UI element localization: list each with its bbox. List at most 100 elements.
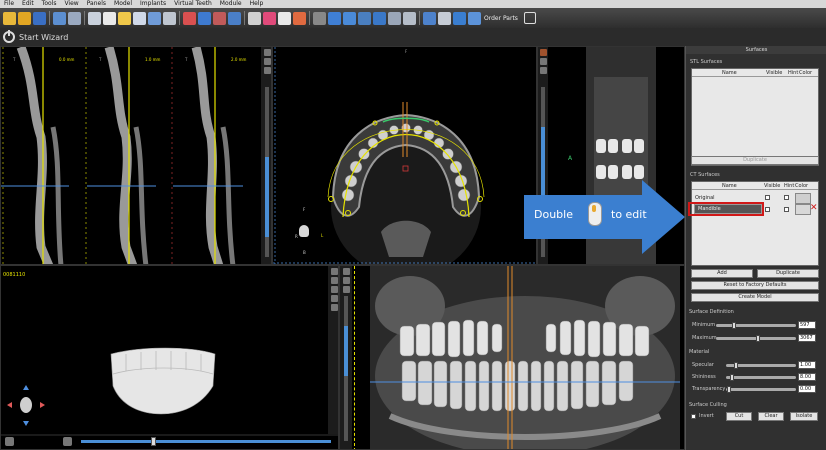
view-tool-icon[interactable] (342, 286, 350, 293)
menu-panels[interactable]: Panels (83, 0, 110, 8)
ct-row-original-name[interactable]: Original (695, 195, 715, 201)
menu-implants[interactable]: Implants (136, 0, 170, 8)
teeth-icon[interactable] (103, 11, 116, 25)
maximum-value-field[interactable]: 3067 (798, 334, 816, 342)
new-icon[interactable] (3, 11, 16, 25)
protractor-icon[interactable] (403, 11, 416, 25)
panoramic-viewer[interactable] (339, 265, 685, 450)
view-tool-icon[interactable] (330, 286, 338, 293)
minimum-value-field[interactable]: 597 (798, 321, 816, 329)
panoramic-icon[interactable] (118, 11, 131, 25)
3d-slider-thumb[interactable] (151, 437, 156, 446)
create-model-button[interactable]: Create Model (691, 293, 819, 302)
reset-view-icon[interactable] (438, 11, 451, 25)
view-tool-icon[interactable] (263, 49, 271, 56)
points-icon[interactable] (148, 11, 161, 25)
stl-surfaces-table[interactable]: Name Visible Hint Color (691, 68, 819, 166)
pan-icon[interactable] (358, 11, 371, 25)
save-icon[interactable] (33, 11, 46, 25)
specular-value-field[interactable]: 1.00 (798, 361, 816, 369)
zoom-in-icon[interactable] (343, 11, 356, 25)
shininess-slider-thumb[interactable] (730, 374, 734, 381)
view-tool-icon[interactable] (330, 277, 338, 284)
menu-help[interactable]: Help (246, 0, 268, 8)
view-tool-icon[interactable] (330, 304, 338, 311)
shininess-slider[interactable] (726, 376, 796, 379)
angle-icon[interactable] (213, 11, 226, 25)
menu-tools[interactable]: Tools (38, 0, 61, 8)
reset-defaults-button[interactable]: Reset to Factory Defaults (691, 281, 819, 290)
menu-edit[interactable]: Edit (18, 0, 38, 8)
redo-icon[interactable] (68, 11, 81, 25)
clear-button[interactable]: Clear (758, 412, 784, 421)
invert-checkbox[interactable] (691, 414, 696, 419)
nerve-icon[interactable] (263, 11, 276, 25)
original-visible-checkbox[interactable] (765, 195, 770, 200)
isolate-button[interactable]: Isolate (790, 412, 818, 421)
implant-icon[interactable] (248, 11, 261, 25)
mandible-visible-checkbox[interactable] (765, 207, 770, 212)
original-color-swatch[interactable] (795, 193, 811, 204)
transparency-slider-thumb[interactable] (727, 386, 731, 393)
cross-section-viewer[interactable]: 0.0 mm 1.0 mm 2.0 mm T T T (0, 46, 272, 265)
ruler-icon[interactable] (183, 11, 196, 25)
shininess-value-field[interactable]: 8.00 (798, 373, 816, 381)
fullscreen-icon[interactable] (523, 12, 536, 24)
cut-button[interactable]: Cut (726, 412, 752, 421)
menu-view[interactable]: View (60, 0, 82, 8)
scrollbar-thumb[interactable] (344, 326, 348, 376)
view-tool-icon[interactable] (342, 268, 350, 275)
contrast-icon[interactable] (313, 11, 326, 25)
order-parts-label[interactable]: Order Parts (484, 15, 518, 22)
measure-icon[interactable] (198, 11, 211, 25)
original-hint-checkbox[interactable] (784, 195, 789, 200)
view-tool-icon[interactable] (342, 277, 350, 284)
start-wizard-button[interactable]: Start Wizard (3, 30, 68, 44)
scrollbar-thumb[interactable] (265, 157, 269, 237)
duplicate-button[interactable]: Duplicate (757, 269, 819, 278)
cross-section-scrollbar[interactable] (265, 87, 269, 257)
menu-file[interactable]: File (0, 0, 18, 8)
density-icon[interactable] (388, 11, 401, 25)
ct-surfaces-table[interactable]: Name Visible Hint Color Original Mandibl… (691, 181, 819, 266)
add-button[interactable]: Add (691, 269, 753, 278)
crown-icon[interactable] (278, 11, 291, 25)
view-tool-icon[interactable] (539, 49, 547, 56)
annotation-icon[interactable] (228, 11, 241, 25)
maximum-slider-thumb[interactable] (756, 335, 760, 342)
3d-slider-track[interactable] (81, 440, 331, 443)
rotate-icon[interactable] (423, 11, 436, 25)
mandible-hint-checkbox[interactable] (784, 207, 789, 212)
transparency-slider[interactable] (726, 388, 796, 391)
zoom-icon[interactable] (133, 11, 146, 25)
undo-icon[interactable] (53, 11, 66, 25)
axial-viewer[interactable]: F F L R B (272, 46, 537, 265)
slope-icon[interactable] (373, 11, 386, 25)
view-tool-icon[interactable] (539, 67, 547, 74)
order-cart-icon[interactable] (468, 11, 481, 25)
mandible-color-swatch[interactable] (795, 204, 811, 215)
view-tool-icon[interactable] (330, 268, 338, 275)
panoramic-scrollbar[interactable] (344, 296, 348, 441)
menu-virtual-teeth[interactable]: Virtual Teeth (170, 0, 216, 8)
menu-model[interactable]: Model (110, 0, 136, 8)
minimum-slider-thumb[interactable] (732, 322, 736, 329)
view-tool-icon[interactable] (263, 58, 271, 65)
link-icon[interactable] (63, 437, 72, 446)
surface-icon[interactable] (293, 11, 306, 25)
stl-duplicate-button[interactable]: Duplicate (691, 156, 819, 165)
transparency-icon[interactable] (5, 437, 14, 446)
specular-slider-thumb[interactable] (734, 362, 738, 369)
curve-icon[interactable] (163, 11, 176, 25)
move-icon[interactable] (328, 11, 341, 25)
layout-icon[interactable] (88, 11, 101, 25)
3d-viewer[interactable]: 0081110 (0, 265, 339, 450)
open-icon[interactable] (18, 11, 31, 25)
view-tool-icon[interactable] (539, 58, 547, 65)
view-tool-icon[interactable] (263, 67, 271, 74)
menu-module[interactable]: Module (216, 0, 246, 8)
upload-icon[interactable] (453, 11, 466, 25)
delete-icon[interactable]: ✕ (810, 203, 818, 213)
transparency-value-field[interactable]: 0.00 (798, 385, 816, 393)
minimum-slider[interactable] (716, 324, 796, 327)
